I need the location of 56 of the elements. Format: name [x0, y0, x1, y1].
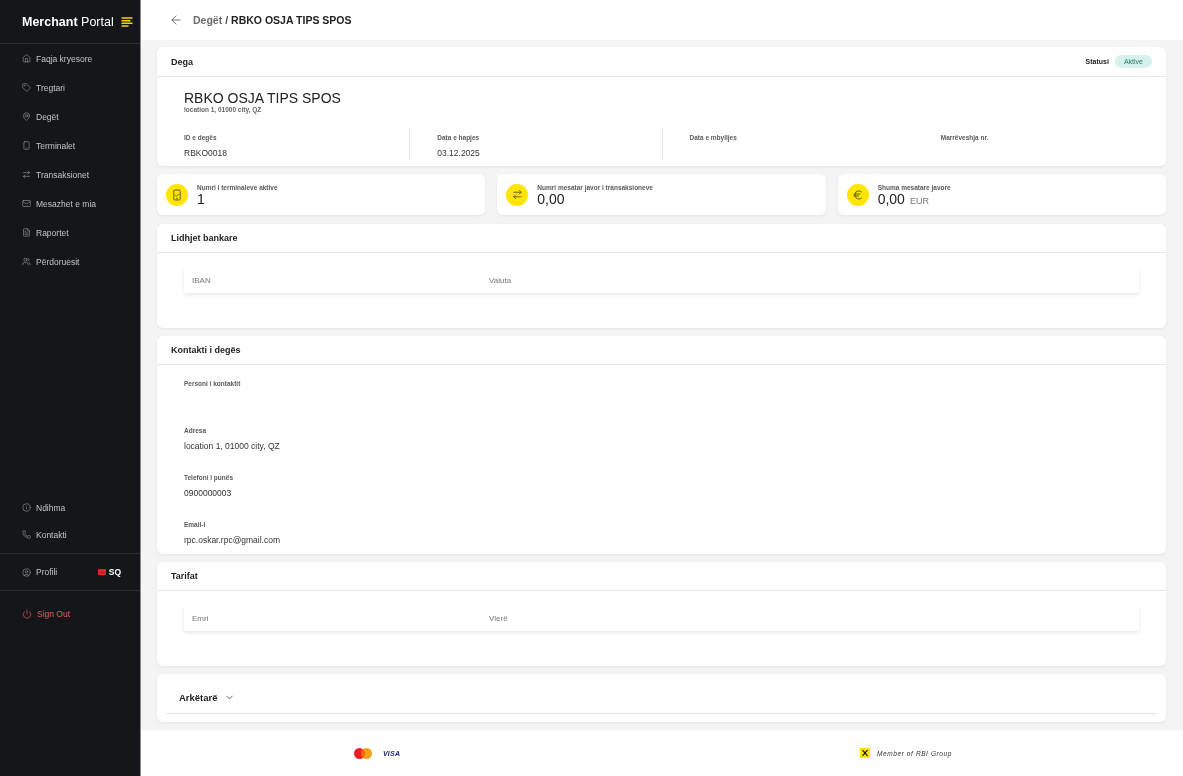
- info-icon: [22, 503, 31, 512]
- envelope-icon: [22, 199, 31, 208]
- overlapping-circles-icon: [354, 747, 372, 759]
- smartphone-icon: [22, 141, 31, 150]
- house-icon: [22, 54, 31, 63]
- users-icon: [22, 257, 31, 266]
- language-button[interactable]: SQ: [97, 567, 121, 577]
- euro-icon: [846, 183, 869, 206]
- column-header: Vlerë: [489, 613, 509, 623]
- section-toggle[interactable]: Arkëtarë: [179, 692, 235, 703]
- section-title: Lidhjet bankare: [171, 233, 238, 243]
- arrows-icon: [22, 170, 31, 179]
- stat-value: 1: [197, 191, 205, 207]
- nav-item[interactable]: Terminalet: [0, 131, 140, 160]
- section-title: Kontakti i degës: [171, 345, 241, 355]
- arrows-icon: [506, 183, 529, 206]
- nav-item[interactable]: Përdoruesit: [0, 247, 140, 276]
- phone-check-icon: [166, 183, 188, 206]
- field-value: 03.12.2025: [437, 147, 481, 159]
- profile-item[interactable]: Profili: [0, 561, 58, 583]
- nav-item[interactable]: Transaksionet: [0, 160, 140, 189]
- stat-value: 0,00: [537, 191, 565, 207]
- stat-unit: EUR: [909, 195, 929, 206]
- page-title: RBKO OSJA TIPS SPOS: [231, 14, 352, 26]
- column-header: Emri: [192, 613, 210, 623]
- nav-item[interactable]: Mesazhet e mia: [0, 189, 140, 218]
- phone-icon: [22, 530, 31, 539]
- column-header: Valuta: [489, 275, 513, 285]
- user-circle-icon: [22, 567, 31, 577]
- menu-icon[interactable]: [121, 16, 133, 27]
- branch-name: RBKO OSJA TIPS SPOS: [183, 90, 342, 106]
- power-icon: [22, 609, 32, 619]
- field-value: rpc.oskar.rpc@gmail.com: [184, 534, 281, 546]
- section-title: Dega: [171, 56, 193, 67]
- flag-icon: [97, 569, 106, 575]
- section-title: Tarifat: [171, 571, 198, 581]
- sign-out-item[interactable]: Sign Out: [0, 603, 140, 625]
- field-value: location 1, 01000 city, QZ: [184, 440, 281, 452]
- map-pin-icon: [22, 112, 31, 121]
- column-header: IBAN: [192, 275, 212, 285]
- field-value: RBKO0018: [184, 147, 228, 159]
- field-value: 0900000003: [184, 487, 233, 499]
- nav-item[interactable]: Degët: [0, 102, 140, 131]
- nav-item[interactable]: Tregtari: [0, 73, 140, 102]
- brand-logo: Merchant Portal: [22, 14, 114, 29]
- nav-item[interactable]: Faqja kryesore: [0, 44, 140, 73]
- tag-icon: [22, 83, 31, 92]
- nav-item[interactable]: Kontakti: [0, 521, 140, 548]
- back-arrow-icon[interactable]: [169, 13, 183, 27]
- nav-item[interactable]: Ndihma: [0, 494, 140, 521]
- document-icon: [22, 228, 31, 237]
- nav-item[interactable]: Raportet: [0, 218, 140, 247]
- breadcrumb-separator: /: [225, 14, 229, 26]
- breadcrumb-link[interactable]: Degët: [193, 14, 223, 26]
- cross-logo-icon: [860, 748, 870, 758]
- stat-value: 0,00: [877, 191, 905, 207]
